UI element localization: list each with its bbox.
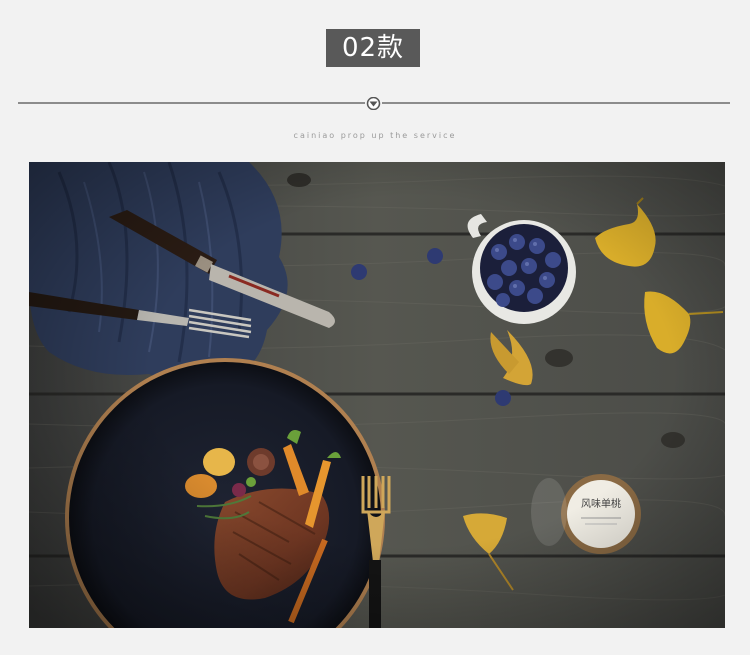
product-photo: 风味单桃: [29, 162, 725, 628]
title-badge: 02款: [326, 29, 420, 67]
tagline: cainiao prop up the service: [293, 131, 457, 140]
title-badge-label: 02款: [341, 33, 405, 63]
chevron-down-icon: [365, 97, 382, 110]
